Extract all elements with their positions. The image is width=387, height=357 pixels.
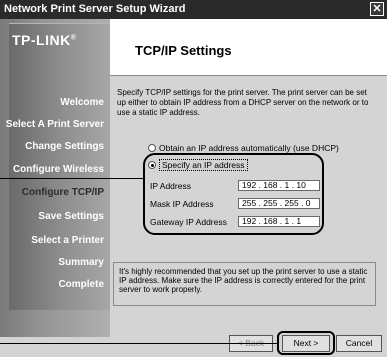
callout-leader-line-next	[0, 343, 277, 344]
sidebar-item-save-settings: Save Settings	[38, 211, 104, 222]
dhcp-option[interactable]: Obtain an IP address automatically (use …	[148, 143, 339, 153]
callout-highlight-ip-settings	[143, 153, 324, 235]
cancel-button[interactable]: Cancel	[336, 335, 382, 352]
sidebar-item-select-printer: Select a Printer	[31, 235, 104, 246]
sidebar-item-complete: Complete	[58, 279, 104, 290]
sidebar-item-welcome: Welcome	[60, 97, 104, 108]
logo-text: TP-LINK	[12, 32, 71, 48]
dhcp-radio-label[interactable]: Obtain an IP address automatically (use …	[159, 143, 339, 153]
callout-highlight-next	[277, 331, 335, 355]
window-title: Network Print Server Setup Wizard	[4, 3, 186, 15]
sidebar-item-configure-wireless: Configure Wireless	[12, 164, 104, 175]
title-bar: Network Print Server Setup Wizard ✕	[0, 0, 387, 19]
dhcp-radio[interactable]	[148, 144, 156, 152]
close-icon[interactable]: ✕	[370, 2, 384, 16]
sidebar-item-change-settings: Change Settings	[25, 141, 104, 152]
intro-text: Specify TCP/IP settings for the print se…	[117, 88, 369, 117]
page-title: TCP/IP Settings	[135, 43, 232, 58]
recommendation-note: It's highly recommended that you set up …	[113, 262, 376, 306]
sidebar-item-configure-tcpip: Configure TCP/IP	[21, 187, 104, 198]
callout-leader-line	[0, 178, 143, 179]
wizard-window: Network Print Server Setup Wizard ✕ TP-L…	[0, 0, 387, 357]
sidebar-item-summary: Summary	[58, 257, 104, 268]
tp-link-logo: TP-LINK®	[12, 32, 107, 48]
logo-registered-mark: ®	[70, 34, 77, 42]
sidebar-item-select-print-server: Select A Print Server	[5, 119, 104, 130]
